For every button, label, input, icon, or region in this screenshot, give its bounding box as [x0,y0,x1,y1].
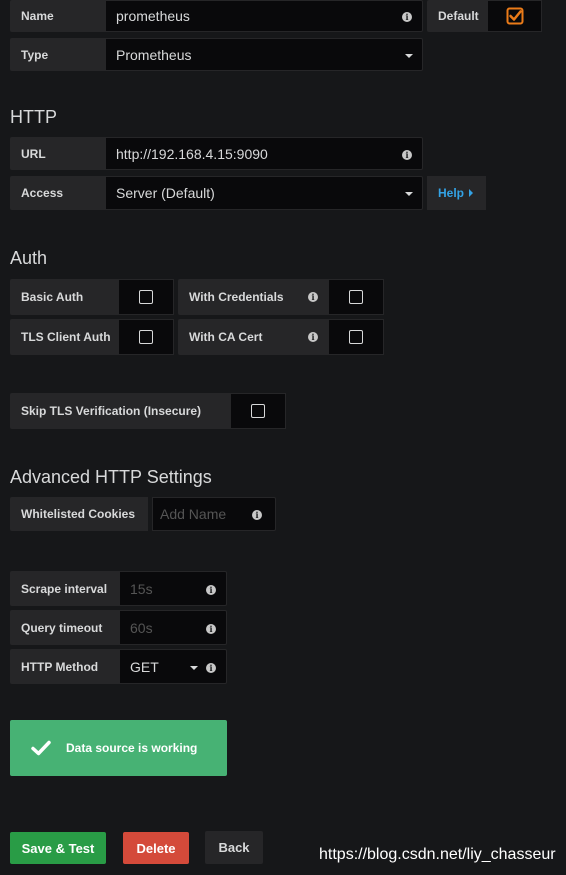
tls-client-auth-checkbox[interactable] [118,319,174,355]
whitelisted-cookies-placeholder: Add Name [160,506,227,522]
type-select[interactable]: Prometheus [105,38,423,71]
skip-tls-label: Skip TLS Verification (Insecure) [10,393,230,429]
caret-down-icon [405,54,413,58]
checkbox-box [251,404,265,418]
checkbox-box [139,290,153,304]
name-value: prometheus [116,8,190,24]
auth-heading: Auth [10,248,48,268]
name-input[interactable]: prometheus i [105,0,423,32]
with-ca-cert-label: With CA Cert i [178,319,328,355]
caret-right-icon [469,189,474,197]
basic-auth-label: Basic Auth [10,279,118,315]
checkbox-box [349,290,363,304]
default-checkbox[interactable] [487,0,542,32]
access-label: Access [10,176,105,210]
whitelisted-cookies-label: Whitelisted Cookies [10,497,148,531]
access-value: Server (Default) [116,185,215,201]
info-icon[interactable]: i [206,624,216,634]
save-test-button[interactable]: Save & Test [10,832,106,864]
caret-down-icon [405,192,413,196]
whitelisted-cookies-input[interactable]: Add Name i [152,497,276,531]
scrape-interval-input[interactable]: 15s i [119,571,227,606]
http-method-label: HTTP Method [10,649,119,684]
tls-client-auth-label: TLS Client Auth [10,319,118,355]
with-credentials-label: With Credentials i [178,279,328,315]
scrape-interval-label: Scrape interval [10,571,119,606]
url-input[interactable]: http://192.168.4.15:9090 i [105,137,423,170]
with-ca-cert-checkbox[interactable] [328,319,384,355]
name-label: Name [10,0,105,32]
info-icon[interactable]: i [252,510,262,520]
skip-tls-checkbox[interactable] [230,393,286,429]
status-message: Data source is working [66,741,198,755]
checkbox-box [139,330,153,344]
access-select[interactable]: Server (Default) [105,176,423,210]
basic-auth-checkbox[interactable] [118,279,174,315]
info-icon[interactable]: i [308,332,318,342]
advanced-http-heading: Advanced HTTP Settings [10,467,212,487]
http-method-value: GET [130,658,159,675]
default-label: Default [427,0,487,32]
help-toggle[interactable]: Help [427,176,486,210]
info-icon[interactable]: i [308,292,318,302]
status-alert: Data source is working [10,720,227,776]
delete-button[interactable]: Delete [123,832,189,864]
query-timeout-label: Query timeout [10,610,119,645]
back-button[interactable]: Back [205,831,263,864]
watermark-text: https://blog.csdn.net/liy_chasseur [319,846,556,863]
help-label: Help [438,186,465,200]
query-timeout-placeholder: 60s [130,619,153,636]
type-value: Prometheus [116,46,192,63]
with-credentials-checkbox[interactable] [328,279,384,315]
url-value: http://192.168.4.15:9090 [116,145,268,162]
type-label: Type [10,38,105,71]
caret-down-icon [190,666,198,670]
info-icon[interactable]: i [402,150,412,160]
checkmark-icon [506,7,523,25]
checkbox-box [349,330,363,344]
http-heading: HTTP [10,107,57,127]
info-icon[interactable]: i [206,585,216,595]
info-icon[interactable]: i [402,12,412,22]
check-icon [31,740,51,756]
url-label: URL [10,137,105,170]
info-icon[interactable]: i [206,663,216,673]
scrape-interval-placeholder: 15s [130,580,153,597]
http-method-select[interactable]: GET i [119,649,227,684]
query-timeout-input[interactable]: 60s i [119,610,227,645]
